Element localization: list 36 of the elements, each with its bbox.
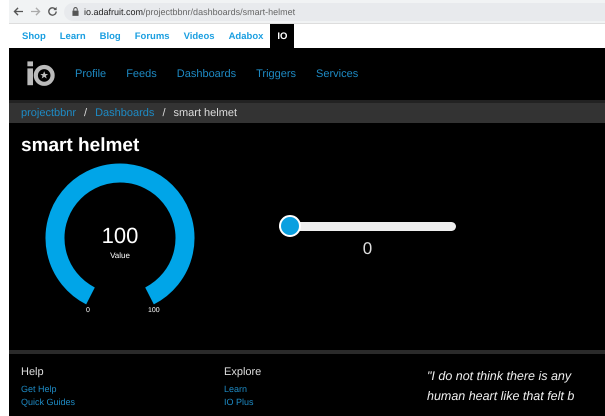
breadcrumb-link[interactable]: projectbbnr <box>21 107 76 119</box>
site-nav-tab[interactable]: Shop <box>15 24 53 48</box>
footer-link[interactable]: Get Help <box>21 383 224 396</box>
reload-icon[interactable] <box>47 6 58 17</box>
site-nav-tab[interactable]: Adabox <box>222 24 270 48</box>
io-nav-link[interactable]: Triggers <box>246 68 306 80</box>
address-bar[interactable]: io.adafruit.com/projectbbnr/dashboards/smart-helmet <box>64 2 605 20</box>
back-icon[interactable] <box>13 7 24 16</box>
quote-text: human heart like that felt b <box>427 388 574 405</box>
breadcrumb-separator: / <box>84 107 88 119</box>
breadcrumb-current: smart helmet <box>174 107 238 119</box>
quote-text: "I do not think there is any <box>427 368 572 385</box>
gauge-value: 100 <box>100 223 140 249</box>
site-nav-tab[interactable]: Videos <box>176 24 222 48</box>
footer-heading: Help <box>21 366 45 378</box>
io-nav-link[interactable]: Profile <box>65 68 116 80</box>
io-nav-link[interactable]: Services <box>306 68 368 80</box>
site-nav-tab[interactable]: Learn <box>52 24 93 48</box>
dashboard-title: smart helmet <box>21 135 140 157</box>
footer-heading: Explore <box>224 366 262 378</box>
site-nav-tab[interactable]: Forums <box>128 24 177 48</box>
io-nav-link[interactable]: Dashboards <box>166 68 246 80</box>
slider[interactable] <box>279 215 456 237</box>
url-text[interactable]: io.adafruit.com/projectbbnr/dashboards/smart-helmet <box>84 6 296 16</box>
footer-link[interactable]: Quick Guides <box>21 396 224 409</box>
slider-value: 0 <box>362 239 372 259</box>
site-nav-tab[interactable]: IO <box>270 24 294 48</box>
io-nav-link[interactable]: Feeds <box>116 68 167 80</box>
slider-thumb[interactable] <box>279 215 301 237</box>
site-nav-tab[interactable]: Blog <box>92 24 128 48</box>
footer-link[interactable]: Learn <box>224 383 427 396</box>
lock-icon <box>72 7 79 16</box>
gauge-label: Value <box>109 251 131 260</box>
breadcrumb-link[interactable]: Dashboards <box>95 107 154 119</box>
footer-link[interactable]: IO Plus <box>224 396 427 409</box>
breadcrumb-separator: / <box>162 107 166 119</box>
